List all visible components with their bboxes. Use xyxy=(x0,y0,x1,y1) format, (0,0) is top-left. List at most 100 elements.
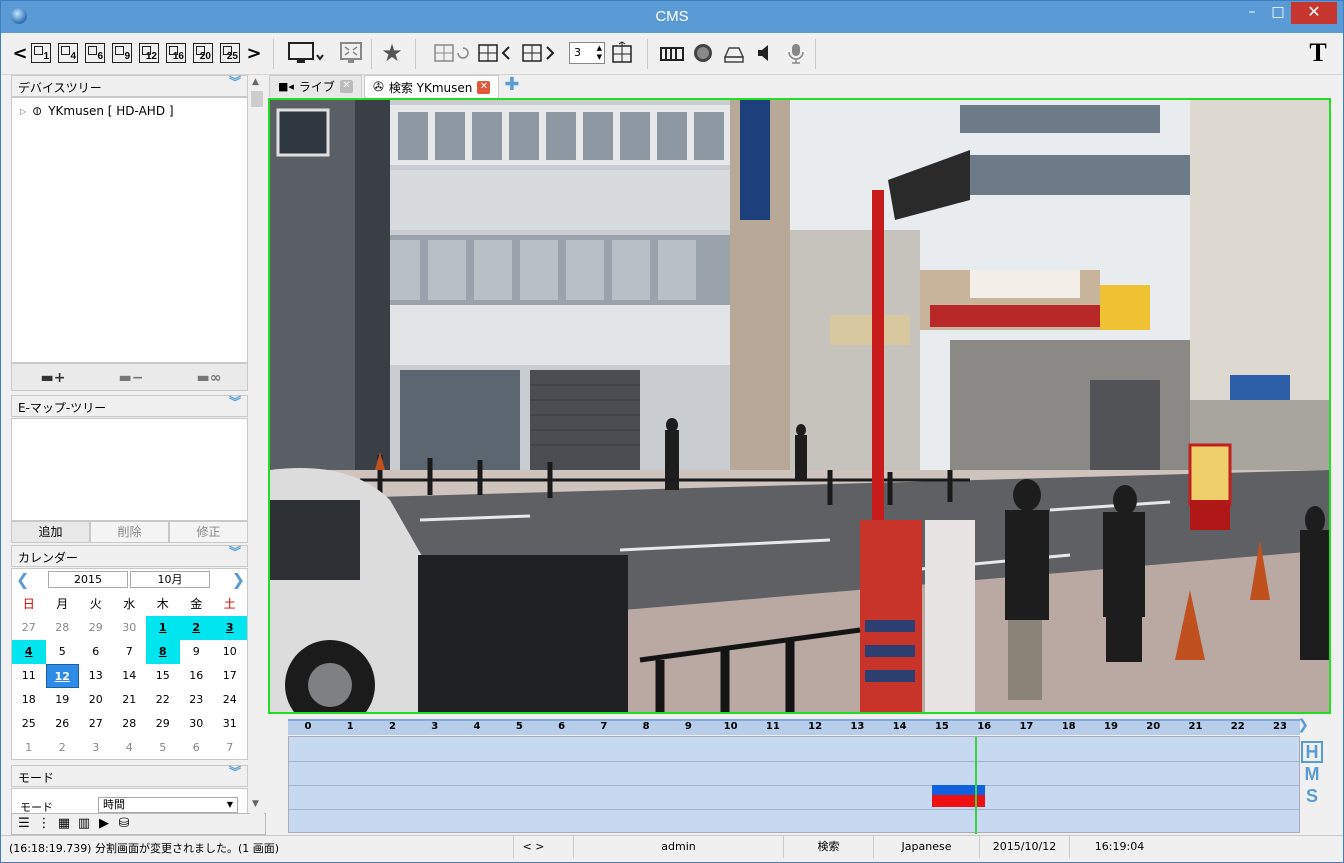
calendar-day[interactable]: 17 xyxy=(213,664,247,688)
tab-live[interactable]: ■◂ ライブ ✕ xyxy=(269,75,362,97)
device-list-icon[interactable]: ☰ xyxy=(16,816,32,832)
calendar-day[interactable]: 24 xyxy=(213,688,247,712)
calendar-day[interactable]: 29 xyxy=(146,712,180,736)
layout-next-button[interactable]: > xyxy=(246,41,261,65)
collapse-chevron-icon[interactable]: ︾ xyxy=(229,76,241,88)
calendar-day[interactable]: 5 xyxy=(146,736,180,760)
calendar-year-field[interactable]: 2015 xyxy=(48,571,128,588)
monitor-button[interactable] xyxy=(286,41,326,65)
layout-20-button[interactable]: 20 xyxy=(193,41,213,65)
calendar-day[interactable]: 19 xyxy=(46,688,80,712)
mode-select[interactable]: 時間 ▼ xyxy=(98,797,238,813)
database-icon[interactable]: ⛁ xyxy=(116,816,132,832)
microphone-button[interactable] xyxy=(783,41,809,65)
calendar-day[interactable]: 4 xyxy=(12,640,46,664)
calendar-day[interactable]: 2 xyxy=(179,616,213,640)
calendar-day[interactable]: 16 xyxy=(180,664,214,688)
minute-scale-button[interactable]: M xyxy=(1301,763,1323,785)
timeline-track-area[interactable] xyxy=(288,736,1300,834)
calendar-day[interactable]: 28 xyxy=(46,616,80,640)
recording-segment-event[interactable] xyxy=(932,795,986,807)
calendar-day[interactable]: 11 xyxy=(12,664,46,688)
split-count-field[interactable]: 3 ▲ ▼ xyxy=(569,42,605,64)
spin-arrows-icon[interactable]: ▲ ▼ xyxy=(597,44,602,62)
calendar-day[interactable]: 14 xyxy=(113,664,147,688)
favorite-star-icon[interactable]: ★ xyxy=(378,39,406,67)
calendar-day[interactable]: 7 xyxy=(213,736,247,760)
storage-button[interactable] xyxy=(721,41,747,65)
mode-header[interactable]: モード ︾ xyxy=(11,765,248,787)
film-button[interactable] xyxy=(659,41,685,65)
layout-16-button[interactable]: 16 xyxy=(166,41,186,65)
second-scale-button[interactable]: S xyxy=(1301,785,1323,807)
close-tab-icon[interactable]: ✕ xyxy=(339,80,353,93)
link-device-icon[interactable]: ▬∞ xyxy=(194,370,224,386)
calendar-day[interactable]: 27 xyxy=(79,712,113,736)
calendar-day[interactable]: 6 xyxy=(79,640,113,664)
timeline-next-icon[interactable]: ❯ xyxy=(1297,717,1309,733)
add-device-icon[interactable]: ▬+ xyxy=(38,370,68,386)
calendar-day[interactable]: 31 xyxy=(213,712,247,736)
calendar-day[interactable]: 3 xyxy=(79,736,113,760)
calendar-day[interactable]: 29 xyxy=(79,616,113,640)
close-button[interactable]: ✕ xyxy=(1291,2,1337,24)
video-playback-view[interactable] xyxy=(268,98,1331,714)
grid-next-button[interactable] xyxy=(519,41,559,65)
grid-prev-button[interactable] xyxy=(475,41,515,65)
maximize-button[interactable]: □ xyxy=(1263,2,1293,24)
layout-prev-button[interactable]: < xyxy=(12,41,27,65)
calendar-header[interactable]: カレンダー ︾ xyxy=(11,545,248,567)
layout-25-button[interactable]: 25 xyxy=(220,41,240,65)
split-count-spinner[interactable]: 3 ▲ ▼ xyxy=(569,41,605,65)
calendar-day[interactable]: 7 xyxy=(113,640,147,664)
emap-tree-header[interactable]: E-マップ-ツリー ︾ xyxy=(11,395,248,417)
calendar-day[interactable]: 1 xyxy=(12,736,46,760)
scroll-thumb[interactable] xyxy=(251,91,263,107)
device-tree-item[interactable]: ▷ ⊘ YKmusen [ HD-AHD ] xyxy=(20,102,174,119)
emap-edit-button[interactable]: 修正 xyxy=(169,521,248,543)
calendar-day[interactable]: 6 xyxy=(180,736,214,760)
calendar-day[interactable]: 8 xyxy=(146,640,180,664)
layout-6-button[interactable]: 6 xyxy=(85,41,105,65)
scroll-up-icon[interactable]: ▲ xyxy=(252,77,259,87)
calendar-month-field[interactable]: 10月 xyxy=(130,571,210,588)
tools-hammer-icon[interactable]: T xyxy=(1303,38,1333,67)
calendar-day[interactable]: 15 xyxy=(146,664,180,688)
calendar-day[interactable]: 21 xyxy=(113,688,147,712)
fullscreen-button[interactable] xyxy=(338,41,364,65)
layout-12-button[interactable]: 12 xyxy=(139,41,159,65)
calendar-day[interactable]: 3 xyxy=(213,616,247,640)
status-nav-buttons[interactable]: < > xyxy=(513,836,553,858)
calendar-day[interactable]: 25 xyxy=(12,712,46,736)
layout-4-button[interactable]: 4 xyxy=(58,41,78,65)
time-scale-selector[interactable]: H M S xyxy=(1301,741,1323,807)
barcode-icon[interactable]: ▥ xyxy=(76,816,92,832)
calendar-day[interactable]: 20 xyxy=(79,688,113,712)
calendar-day[interactable]: 23 xyxy=(180,688,214,712)
collapse-chevron-icon[interactable]: ︾ xyxy=(229,766,241,778)
tree-list-icon[interactable]: ⋮ xyxy=(36,816,52,832)
timeline-hour-ruler[interactable]: 0 1 2 3 4 5 6 7 8 9 10 11 12 13 14 15 16 17 18 19 20 21 22 23 xyxy=(288,719,1300,735)
expand-arrow-icon[interactable]: ▷ xyxy=(20,107,26,116)
collapse-chevron-icon[interactable]: ︾ xyxy=(229,396,241,408)
add-tab-icon[interactable]: ✚ xyxy=(504,75,519,99)
calendar-day[interactable]: 1 xyxy=(146,616,180,640)
left-panel-scrollbar[interactable]: ▲ ▼ xyxy=(250,75,264,815)
calendar-day[interactable]: 28 xyxy=(113,712,147,736)
record-button[interactable] xyxy=(691,41,715,65)
calendar-day[interactable]: 18 xyxy=(12,688,46,712)
calendar-day[interactable]: 2 xyxy=(46,736,80,760)
calendar-day[interactable]: 10 xyxy=(213,640,247,664)
calendar-prev-icon[interactable]: ❮ xyxy=(16,570,29,589)
emap-delete-button[interactable]: 削除 xyxy=(90,521,169,543)
hour-scale-button[interactable]: H xyxy=(1301,741,1323,763)
tab-search[interactable]: ✇ 検索 YKmusen ✕ xyxy=(363,75,500,99)
recording-segment-normal[interactable] xyxy=(932,785,986,795)
calendar-day[interactable]: 26 xyxy=(46,712,80,736)
playback-cursor[interactable] xyxy=(974,737,977,834)
calendar-day[interactable]: 27 xyxy=(12,616,46,640)
calendar-day[interactable]: 5 xyxy=(46,640,80,664)
remove-device-icon[interactable]: ▬− xyxy=(116,370,146,386)
layout-1-button[interactable]: 1 xyxy=(31,41,51,65)
device-tree-header[interactable]: デバイスツリー ︾ xyxy=(11,75,248,97)
